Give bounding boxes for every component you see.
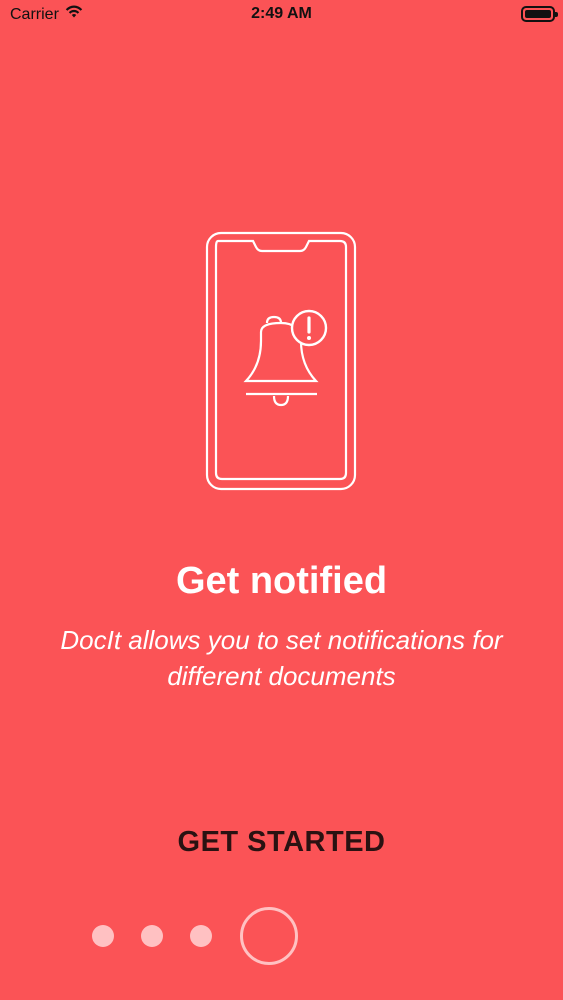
battery-icon (521, 6, 558, 22)
page-dot-2[interactable] (141, 925, 163, 947)
get-started-button[interactable]: GET STARTED (0, 826, 563, 859)
phone-notification-illustration (205, 231, 357, 491)
status-time: 2:49 AM (251, 5, 312, 22)
page-indicator (0, 905, 563, 967)
onboarding-subtitle: DocIt allows you to set notifications fo… (60, 625, 503, 691)
page-dot-4-active[interactable] (240, 907, 298, 965)
onboarding-title: Get notified (175, 560, 388, 602)
page-dot-1[interactable] (92, 925, 114, 947)
status-bar: Carrier 2:49 AM (0, 0, 563, 30)
alert-badge-icon (290, 309, 328, 347)
page-dot-3[interactable] (190, 925, 212, 947)
phone-icon (205, 231, 357, 491)
status-right (521, 6, 558, 22)
